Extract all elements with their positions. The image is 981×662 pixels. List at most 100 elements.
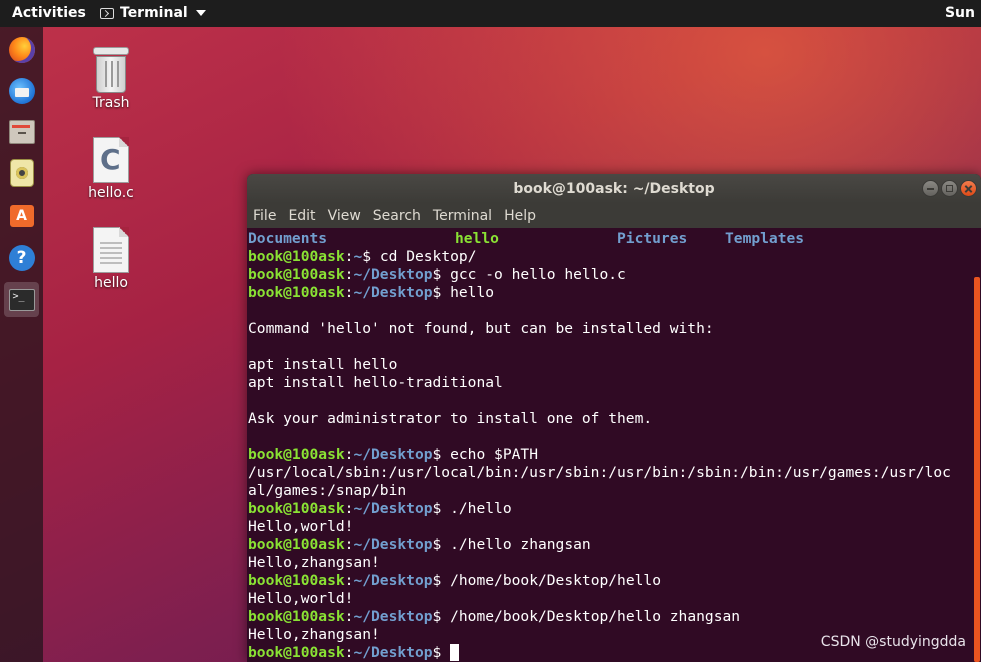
minimize-button[interactable]	[922, 180, 939, 197]
terminal-line: book@100ask:~/Desktop$ hello	[248, 284, 495, 301]
prompt-path: ~/Desktop	[353, 644, 433, 661]
prompt-user: book@100ask	[248, 608, 345, 625]
window-title: book@100ask: ~/Desktop	[513, 180, 715, 197]
watermark: CSDN @studyingdda	[820, 634, 966, 650]
prompt-path: ~/Desktop	[353, 536, 433, 553]
prompt-path: ~	[353, 248, 363, 265]
close-button[interactable]	[960, 180, 977, 197]
menu-search[interactable]: Search	[367, 208, 427, 224]
terminal-line: al/games:/snap/bin	[248, 482, 407, 499]
files-icon	[8, 119, 35, 144]
terminal-line: /usr/local/sbin:/usr/local/bin:/usr/sbin…	[248, 464, 951, 481]
prompt-path: ~/Desktop	[353, 500, 433, 517]
prompt-user: book@100ask	[248, 446, 345, 463]
top-bar: Activities Terminal Sun	[0, 0, 981, 27]
rhythmbox-icon	[9, 158, 34, 187]
terminal-line: Hello,zhangsan!	[248, 554, 380, 571]
dock-item-thunderbird[interactable]	[4, 73, 39, 108]
menu-terminal[interactable]: Terminal	[427, 208, 498, 224]
prompt-user: book@100ask	[248, 644, 345, 661]
scrollbar-thumb[interactable]	[974, 277, 980, 662]
help-icon: ?	[8, 244, 35, 271]
terminal-line: Ask your administrator to install one of…	[248, 410, 653, 427]
menu-bar: File Edit View Search Terminal Help	[247, 203, 981, 228]
dock-item-terminal[interactable]: >_	[4, 282, 39, 317]
terminal-window[interactable]: book@100ask: ~/Desktop File Edit View Se…	[247, 174, 981, 662]
command-text: hello	[441, 284, 495, 301]
app-menu-label: Terminal	[120, 5, 188, 21]
terminal-line: Hello,world!	[248, 590, 354, 607]
prompt-path: ~/Desktop	[353, 572, 433, 589]
terminal-line: book@100ask:~/Desktop$ ./hello zhangsan	[248, 536, 591, 553]
terminal-line: Command 'hello' not found, but can be in…	[248, 320, 714, 337]
desktop-icon-hello[interactable]: hello	[76, 227, 146, 291]
menu-file[interactable]: File	[247, 208, 282, 224]
terminal-line: book@100ask:~/Desktop$ gcc -o hello hell…	[248, 266, 626, 283]
prompt-user: book@100ask	[248, 536, 345, 553]
text-cursor	[450, 644, 460, 661]
terminal-icon: >_	[8, 288, 35, 311]
desktop-icon-label: hello.c	[88, 185, 134, 201]
prompt-path: ~/Desktop	[353, 284, 433, 301]
dock: A ? >_	[0, 27, 43, 662]
terminal-line: apt install hello	[248, 356, 398, 373]
terminal-line: book@100ask:~/Desktop$ ./hello	[248, 500, 512, 517]
command-text: ./hello zhangsan	[441, 536, 591, 553]
dock-item-firefox[interactable]	[4, 32, 39, 67]
prompt-path: ~/Desktop	[353, 446, 433, 463]
activities-button[interactable]: Activities	[12, 5, 86, 21]
software-store-icon: A	[9, 204, 34, 227]
window-titlebar[interactable]: book@100ask: ~/Desktop	[247, 174, 981, 203]
ls-entry: hello	[455, 230, 499, 247]
desktop-icon-hello-c[interactable]: C hello.c	[76, 137, 146, 201]
terminal-line: book@100ask:~/Desktop$ /home/book/Deskto…	[248, 608, 741, 625]
menu-help[interactable]: Help	[498, 208, 542, 224]
terminal-line: book@100ask:~/Desktop$ /home/book/Deskto…	[248, 572, 661, 589]
terminal-line: Documents hello Pictures Templates	[248, 230, 968, 248]
ls-entry: Documents	[248, 230, 328, 247]
prompt-path: ~/Desktop	[353, 608, 433, 625]
terminal-line: apt install hello-traditional	[248, 374, 503, 391]
terminal-line: Hello,world!	[248, 518, 354, 535]
prompt-path: ~/Desktop	[353, 266, 433, 283]
command-text: /home/book/Desktop/hello	[441, 572, 661, 589]
app-menu[interactable]: Terminal	[100, 5, 206, 21]
desktop-icon-label: Trash	[92, 95, 130, 111]
dock-item-rhythmbox[interactable]	[4, 155, 39, 190]
trash-icon	[93, 47, 129, 93]
terminal-icon	[100, 7, 114, 19]
menu-view[interactable]: View	[322, 208, 367, 224]
dock-item-software[interactable]: A	[4, 198, 39, 233]
ls-entry: Pictures	[617, 230, 688, 247]
command-text	[441, 644, 450, 661]
command-text: echo $PATH	[441, 446, 538, 463]
prompt-user: book@100ask	[248, 500, 345, 517]
prompt-user: book@100ask	[248, 284, 345, 301]
command-text: cd Desktop/	[371, 248, 477, 265]
command-text: gcc -o hello hello.c	[441, 266, 626, 283]
prompt-user: book@100ask	[248, 248, 345, 265]
command-text: /home/book/Desktop/hello zhangsan	[441, 608, 741, 625]
prompt-user: book@100ask	[248, 266, 345, 283]
terminal-output[interactable]: Documents hello Pictures Templates book@100a…	[248, 230, 968, 662]
dock-item-files[interactable]	[4, 114, 39, 149]
dock-item-help[interactable]: ?	[4, 240, 39, 275]
command-text: ./hello	[441, 500, 512, 517]
chevron-down-icon	[195, 10, 206, 16]
clock[interactable]: Sun	[945, 5, 975, 21]
thunderbird-icon	[8, 77, 35, 104]
c-source-file-icon: C	[93, 137, 129, 183]
text-file-icon	[93, 227, 129, 273]
prompt-user: book@100ask	[248, 572, 345, 589]
ls-entry: Templates	[725, 230, 805, 247]
terminal-line: book@100ask:~$ cd Desktop/	[248, 248, 477, 265]
menu-edit[interactable]: Edit	[282, 208, 321, 224]
terminal-line: book@100ask:~/Desktop$ echo $PATH	[248, 446, 538, 463]
desktop-icon-trash[interactable]: Trash	[76, 47, 146, 111]
maximize-button[interactable]	[941, 180, 958, 197]
firefox-icon	[8, 36, 35, 63]
